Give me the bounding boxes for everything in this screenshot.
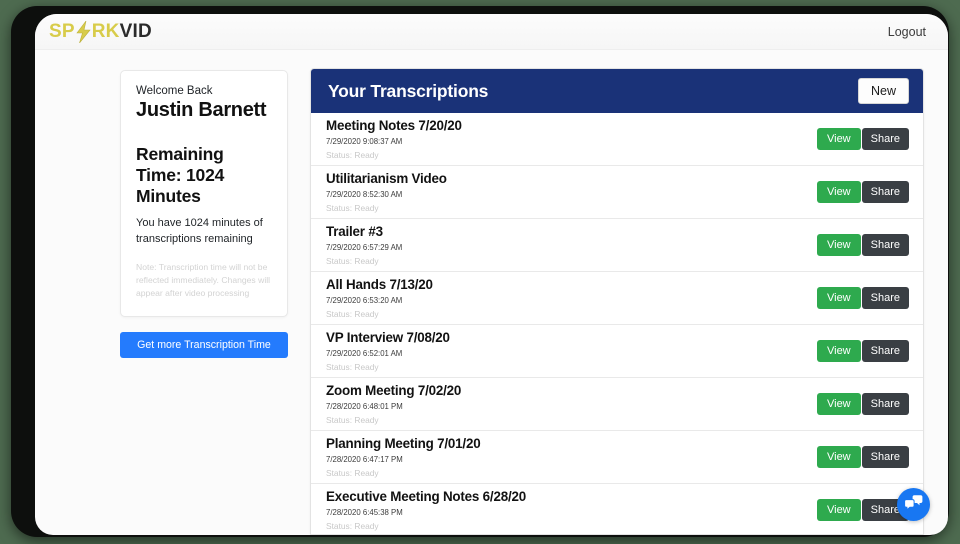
transcription-title: Zoom Meeting 7/02/20 bbox=[326, 383, 462, 399]
get-more-transcription-time-button[interactable]: Get more Transcription Time bbox=[120, 331, 288, 358]
row-actions: View Share bbox=[816, 128, 909, 150]
table-row: Meeting Notes 7/20/20 7/29/2020 9:08:37 A… bbox=[311, 113, 923, 166]
view-button[interactable]: View bbox=[816, 499, 861, 521]
transcription-title: VP Interview 7/08/20 bbox=[326, 330, 450, 346]
status-badge: Status: Ready bbox=[326, 414, 379, 425]
view-button[interactable]: View bbox=[816, 340, 861, 362]
row-actions: View Share bbox=[816, 287, 909, 309]
view-button[interactable]: View bbox=[816, 234, 861, 256]
view-button[interactable]: View bbox=[816, 287, 861, 309]
table-row: Utilitarianism Video 7/29/2020 8:52:30 AM… bbox=[311, 166, 923, 219]
row-actions: View Share bbox=[816, 181, 909, 203]
transcription-timestamp: 7/28/2020 6:48:01 PM bbox=[326, 401, 403, 411]
table-row: Trailer #3 7/29/2020 6:57:29 AM Status: Re… bbox=[311, 219, 923, 272]
table-row: Zoom Meeting 7/02/20 7/28/2020 6:48:01 PM… bbox=[311, 378, 923, 431]
row-actions: View Share bbox=[816, 393, 909, 415]
sparkvid-logo[interactable]: SP RK VID bbox=[49, 20, 152, 43]
share-button[interactable]: Share bbox=[861, 287, 909, 309]
transcription-timestamp: 7/29/2020 6:57:29 AM bbox=[326, 242, 403, 252]
transcription-title: All Hands 7/13/20 bbox=[326, 277, 433, 293]
remaining-time-subtext: You have 1024 minutes of transcriptions … bbox=[136, 217, 263, 245]
status-badge: Status: Ready bbox=[326, 255, 379, 266]
transcription-info: Meeting Notes 7/20/20 7/29/2020 9:08:37 A… bbox=[326, 118, 462, 160]
page-title: Your Transcriptions bbox=[328, 80, 489, 101]
row-actions: View Share bbox=[816, 446, 909, 468]
transcription-title: Utilitarianism Video bbox=[326, 171, 447, 187]
share-button[interactable]: Share bbox=[861, 181, 909, 203]
processing-note: Note: Transcription time will not be ref… bbox=[136, 261, 271, 298]
chat-bubbles-icon bbox=[904, 494, 923, 516]
view-button[interactable]: View bbox=[816, 128, 861, 150]
lightning-bolt-icon bbox=[75, 20, 92, 43]
share-button[interactable]: Share bbox=[861, 446, 909, 468]
device-frame: SP RK VID Logout Welcome Back Justin Bar… bbox=[11, 6, 949, 537]
welcome-card: Welcome Back Justin Barnett Remaining Ti… bbox=[120, 70, 288, 317]
status-badge: Status: Ready bbox=[326, 520, 379, 531]
logo-text-rk: RK bbox=[91, 20, 120, 42]
browser-screen: SP RK VID Logout Welcome Back Justin Bar… bbox=[35, 14, 948, 535]
transcription-timestamp: 7/28/2020 6:47:17 PM bbox=[326, 454, 403, 464]
transcription-info: VP Interview 7/08/20 7/29/2020 6:52:01 AM… bbox=[326, 330, 450, 372]
welcome-back-label: Welcome Back bbox=[136, 85, 213, 97]
transcription-title: Trailer #3 bbox=[326, 224, 383, 240]
row-actions: View Share bbox=[816, 234, 909, 256]
transcription-info: All Hands 7/13/20 7/29/2020 6:53:20 AM Sta… bbox=[326, 277, 433, 319]
status-badge: Status: Ready bbox=[326, 308, 379, 319]
table-row: Executive Meeting Notes 6/28/20 7/28/2020… bbox=[311, 484, 923, 534]
status-badge: Status: Ready bbox=[326, 202, 379, 213]
logout-link[interactable]: Logout bbox=[882, 21, 932, 43]
panel-header: Your Transcriptions New bbox=[311, 69, 923, 113]
table-row: VP Interview 7/08/20 7/29/2020 6:52:01 AM… bbox=[311, 325, 923, 378]
transcription-timestamp: 7/28/2020 6:45:38 PM bbox=[326, 507, 403, 517]
transcription-title: Planning Meeting 7/01/20 bbox=[326, 436, 481, 452]
share-button[interactable]: Share bbox=[861, 234, 909, 256]
transcription-timestamp: 7/29/2020 8:52:30 AM bbox=[326, 189, 403, 199]
transcription-timestamp: 7/29/2020 6:52:01 AM bbox=[326, 348, 403, 358]
sidebar: Welcome Back Justin Barnett Remaining Ti… bbox=[120, 68, 288, 358]
transcription-title: Meeting Notes 7/20/20 bbox=[326, 118, 462, 134]
remaining-time-heading: Remaining Time: 1024 Minutes bbox=[136, 144, 225, 206]
transcription-info: Utilitarianism Video 7/29/2020 8:52:30 AM… bbox=[326, 171, 447, 213]
transcription-timestamp: 7/29/2020 6:53:20 AM bbox=[326, 295, 403, 305]
table-row: All Hands 7/13/20 7/29/2020 6:53:20 AM Sta… bbox=[311, 272, 923, 325]
logo-text-vid: VID bbox=[119, 20, 152, 42]
table-row: Planning Meeting 7/01/20 7/28/2020 6:47:1… bbox=[311, 431, 923, 484]
transcription-timestamp: 7/29/2020 9:08:37 AM bbox=[326, 136, 403, 146]
view-button[interactable]: View bbox=[816, 181, 861, 203]
page-body: Welcome Back Justin Barnett Remaining Ti… bbox=[35, 50, 948, 535]
view-button[interactable]: View bbox=[816, 393, 861, 415]
transcription-info: Trailer #3 7/29/2020 6:57:29 AM Status: Re… bbox=[326, 224, 402, 266]
share-button[interactable]: Share bbox=[861, 340, 909, 362]
status-badge: Status: Ready bbox=[326, 149, 379, 160]
share-button[interactable]: Share bbox=[861, 128, 909, 150]
top-navbar: SP RK VID Logout bbox=[35, 14, 948, 50]
status-badge: Status: Ready bbox=[326, 467, 379, 478]
new-transcription-button[interactable]: New bbox=[857, 78, 909, 104]
status-badge: Status: Ready bbox=[326, 361, 379, 372]
user-name: Justin Barnett bbox=[136, 99, 267, 121]
view-button[interactable]: View bbox=[816, 446, 861, 468]
row-actions: View Share bbox=[816, 340, 909, 362]
transcriptions-panel: Your Transcriptions New Meeting Notes 7/… bbox=[310, 68, 924, 535]
share-button[interactable]: Share bbox=[861, 393, 909, 415]
row-actions: View Share bbox=[816, 499, 909, 521]
transcription-info: Zoom Meeting 7/02/20 7/28/2020 6:48:01 PM… bbox=[326, 383, 461, 425]
transcription-list: Meeting Notes 7/20/20 7/29/2020 9:08:37 A… bbox=[311, 113, 923, 534]
logo-text-sp: SP bbox=[49, 20, 75, 42]
transcription-title: Executive Meeting Notes 6/28/20 bbox=[326, 489, 526, 505]
transcription-info: Executive Meeting Notes 6/28/20 7/28/2020… bbox=[326, 489, 526, 531]
chat-widget-button[interactable] bbox=[897, 488, 930, 521]
transcription-info: Planning Meeting 7/01/20 7/28/2020 6:47:1… bbox=[326, 436, 481, 478]
